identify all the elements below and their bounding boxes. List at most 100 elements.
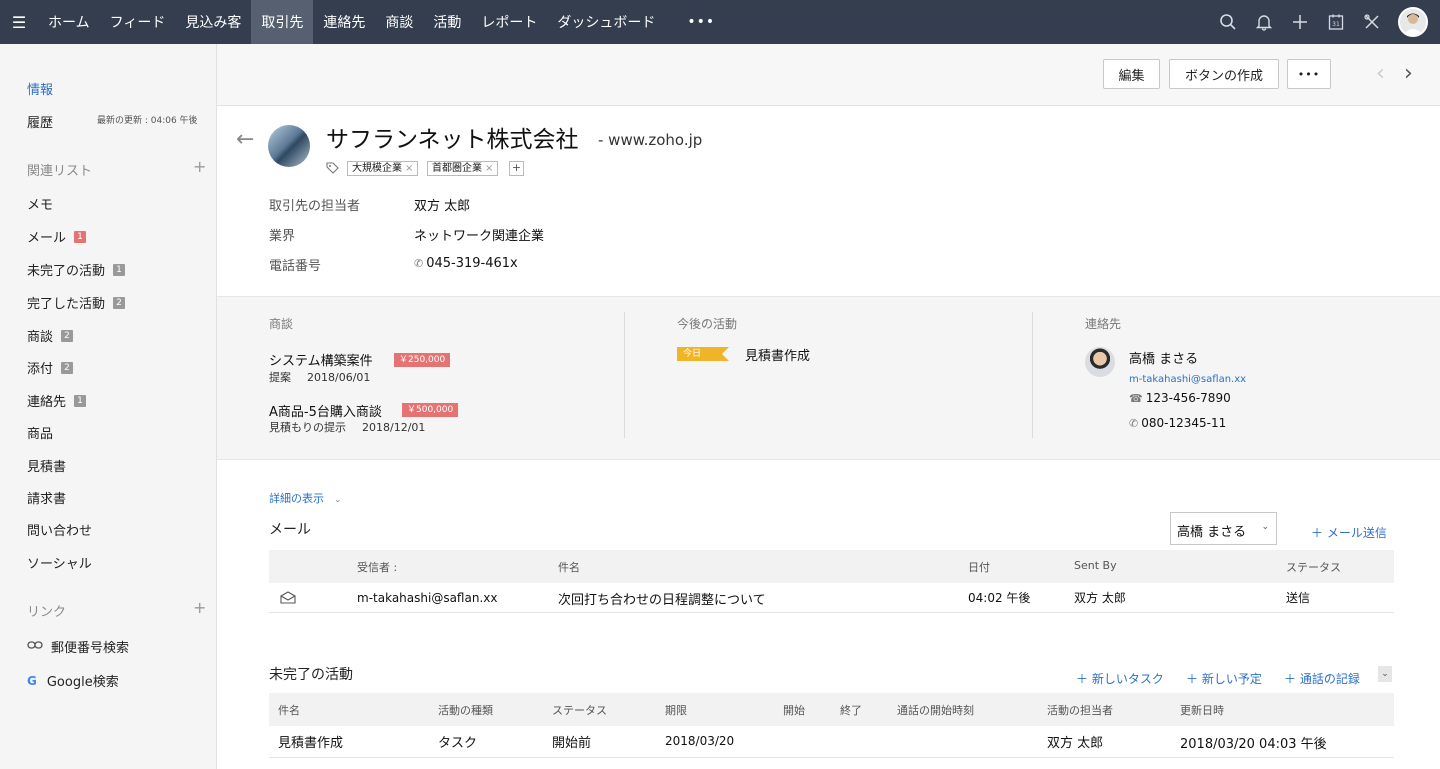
previous-record-icon[interactable]: ‹ <box>1376 61 1385 86</box>
activity-subject-link[interactable]: 見積書作成 <box>278 732 343 751</box>
deal-name[interactable]: A商品-5台購入商談 <box>269 401 382 420</box>
column-divider <box>1032 312 1033 438</box>
nav-feed[interactable]: フィード <box>100 0 176 44</box>
show-details-link[interactable]: 詳細の表示 ⌄ <box>269 490 342 506</box>
plus-icon[interactable] <box>1282 0 1318 44</box>
column-header: 期限 <box>665 704 687 717</box>
sidebar-item-social[interactable]: ソーシャル <box>27 553 92 572</box>
telephone-icon: ☎ <box>1129 392 1143 405</box>
sidebar-item-cases[interactable]: 問い合わせ <box>27 520 92 539</box>
mail-status: 送信 <box>1286 591 1311 605</box>
tools-icon[interactable] <box>1354 0 1390 44</box>
more-actions-button[interactable]: ••• <box>1287 59 1331 89</box>
chevron-down-icon[interactable]: ⌄ <box>1378 666 1392 682</box>
nav-home[interactable]: ホーム <box>38 0 100 44</box>
sidebar-item-deals[interactable]: 商談 2 <box>27 326 74 345</box>
next-record-icon[interactable]: › <box>1404 61 1413 86</box>
sidebar-item-notes[interactable]: メモ <box>27 194 53 213</box>
sidebar-item-label: メール <box>27 231 67 246</box>
field-value-account-owner[interactable]: 双方 太郎 <box>414 195 470 214</box>
contacts-heading: 連絡先 <box>1085 317 1122 331</box>
sidebar-item-label: メモ <box>27 198 54 213</box>
sidebar-item-label: 請求書 <box>27 492 67 507</box>
mail-date: 04:02 午後 <box>968 591 1031 605</box>
sidebar-link-postal-search[interactable]: 郵便番号検索 <box>27 637 129 656</box>
contact-phone-number: 123-456-7890 <box>1145 391 1231 405</box>
sidebar-item-label: 商談 <box>27 330 54 345</box>
remove-tag-icon[interactable]: × <box>405 163 413 174</box>
column-header: ステータス <box>552 704 607 717</box>
user-avatar[interactable] <box>1398 7 1428 37</box>
nav-deals[interactable]: 商談 <box>375 0 423 44</box>
field-label-phone: 電話番号 <box>269 259 322 274</box>
sidebar-item-label: 見積書 <box>27 460 67 475</box>
sidebar-item-label: 添付 <box>27 362 54 377</box>
add-tag-button[interactable]: + <box>509 161 524 176</box>
log-call-link[interactable]: ＋ 通話の記録 <box>1284 670 1360 687</box>
menu-icon[interactable]: ☰ <box>0 0 38 44</box>
nav-leads[interactable]: 見込み客 <box>175 0 251 44</box>
deal-name[interactable]: システム構築案件 <box>269 350 373 369</box>
tag-chip[interactable]: 首都圏企業 × <box>427 161 499 176</box>
open-activities-title: 未完了の活動 <box>269 667 353 683</box>
add-link-icon[interactable]: + <box>193 598 206 617</box>
sidebar-item-mail[interactable]: メール 1 <box>27 227 87 246</box>
deal-date: 2018/12/01 <box>362 421 426 434</box>
nav-dashboards[interactable]: ダッシュボード <box>547 0 665 44</box>
add-related-list-icon[interactable]: + <box>193 157 206 176</box>
count-badge: 2 <box>113 296 126 309</box>
nav-contacts[interactable]: 連絡先 <box>313 0 375 44</box>
send-mail-link[interactable]: ＋ メール送信 <box>1311 524 1387 541</box>
search-icon[interactable] <box>1210 0 1246 44</box>
mail-contact-select[interactable]: 高橋 まさる ⌄ <box>1170 512 1277 545</box>
deal-meta: 提案 2018/06/01 <box>269 369 370 385</box>
sidebar-item-invoices[interactable]: 請求書 <box>27 488 66 507</box>
account-name: サフランネット株式会社 <box>326 127 579 153</box>
sidebar-link-label: Google検索 <box>46 675 119 690</box>
column-header: 活動の種類 <box>438 704 493 717</box>
remove-tag-icon[interactable]: × <box>485 163 493 174</box>
calendar-day-label: 31 <box>1332 21 1340 28</box>
new-event-link[interactable]: ＋ 新しい予定 <box>1186 670 1262 687</box>
phone-icon: ✆ <box>1129 417 1139 430</box>
sidebar-item-info[interactable]: 情報 <box>27 79 53 98</box>
nav-reports[interactable]: レポート <box>471 0 547 44</box>
account-website[interactable]: - www.zoho.jp <box>598 131 702 149</box>
field-value-phone[interactable]: ✆ 045-319-461x <box>414 256 518 271</box>
sidebar-item-history[interactable]: 履歴 <box>27 112 53 131</box>
nav-activities[interactable]: 活動 <box>423 0 471 44</box>
back-arrow-icon[interactable]: ← <box>236 127 254 152</box>
new-task-link[interactable]: ＋ 新しいタスク <box>1076 670 1164 687</box>
nav-more-button[interactable]: ••• <box>665 14 737 30</box>
mail-sent-by: 双方 太郎 <box>1074 591 1126 605</box>
edit-button[interactable]: 編集 <box>1103 59 1160 89</box>
related-list-heading: 関連リスト <box>27 164 93 179</box>
sidebar-item-closed-activities[interactable]: 完了した活動 2 <box>27 293 126 312</box>
sidebar-item-label: ソーシャル <box>27 557 92 572</box>
deal-stage: 提案 <box>269 371 291 384</box>
sidebar-item-contacts[interactable]: 連絡先 1 <box>27 391 87 410</box>
sidebar-item-label: 完了した活動 <box>27 297 106 312</box>
sidebar-item-quotes[interactable]: 見積書 <box>27 456 66 475</box>
nav-accounts[interactable]: 取引先 <box>251 0 314 44</box>
deal-meta: 見積もりの提示 2018/12/01 <box>269 419 425 435</box>
sidebar-item-products[interactable]: 商品 <box>27 423 53 442</box>
bell-icon[interactable] <box>1246 0 1282 44</box>
column-header: 更新日時 <box>1180 704 1224 717</box>
sidebar-link-google-search[interactable]: G Google検索 <box>27 671 119 691</box>
calendar-icon[interactable]: 31 <box>1318 0 1354 44</box>
mail-subject-link[interactable]: 次回打ち合わせの日程調整について <box>558 589 766 608</box>
contact-email-link[interactable]: m-takahashi@saflan.xx <box>1129 374 1246 385</box>
create-button-button[interactable]: ボタンの作成 <box>1169 59 1279 89</box>
mail-table-header <box>269 550 1394 583</box>
upcoming-activity-title[interactable]: 見積書作成 <box>745 345 810 364</box>
sidebar-item-open-activities[interactable]: 未完了の活動 1 <box>27 260 126 279</box>
contact-name[interactable]: 高橋 まさる <box>1129 348 1198 367</box>
tag-chip[interactable]: 大規模企業 × <box>347 161 419 176</box>
field-value-industry[interactable]: ネットワーク関連企業 <box>414 225 544 244</box>
account-logo <box>268 125 310 167</box>
sidebar-item-attachments[interactable]: 添付 2 <box>27 358 74 377</box>
deal-amount-badge: ￥500,000 <box>402 403 459 417</box>
count-badge: 2 <box>61 361 74 374</box>
activity-type: タスク <box>438 736 478 751</box>
